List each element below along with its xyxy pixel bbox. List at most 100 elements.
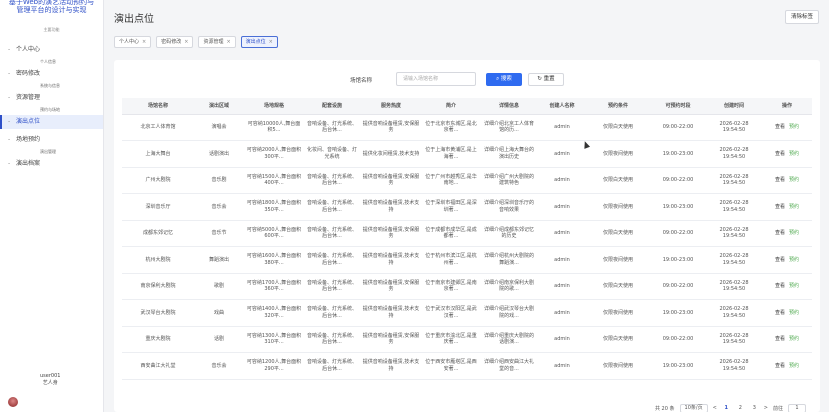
table-cell: 2026-02-28 19:54:50	[706, 193, 762, 221]
book-link[interactable]: 预约	[789, 363, 799, 369]
sidebar-subitem-booking[interactable]: 预约与场地	[0, 105, 103, 115]
brand-title: 基于Web的演艺活动预约与管理平台的设计与实现	[8, 0, 95, 14]
view-link[interactable]: 查看	[775, 363, 785, 369]
column-header: 演出区域	[194, 98, 244, 115]
tab-venues[interactable]: 演出点位 ×	[240, 36, 278, 48]
table-cell: 化妆间、音响设备、灯光系统	[304, 140, 360, 168]
sidebar-item-archives[interactable]: - 演出档案	[0, 157, 103, 171]
view-link[interactable]: 查看	[775, 257, 785, 263]
page-2[interactable]: 2	[736, 405, 745, 411]
view-link[interactable]: 查看	[775, 151, 785, 157]
next-page-icon[interactable]: >	[764, 405, 768, 411]
table-cell: 可容纳1700人,舞台面积360平...	[244, 273, 304, 300]
column-header: 服务热度	[360, 98, 422, 115]
book-link[interactable]: 预约	[789, 204, 799, 210]
table-cell: 提供音响设备租赁,安保服务	[360, 326, 422, 353]
table-cell: admin	[538, 299, 586, 327]
column-header: 可预约时段	[650, 98, 706, 115]
tab-password[interactable]: 密码修改 ×	[156, 36, 194, 48]
clear-tags-button[interactable]: 清除标签	[785, 10, 819, 24]
table-cell: 戏曲	[194, 299, 244, 327]
table-cell: 2026-02-28 19:54:50	[706, 299, 762, 327]
table-cell: 位于南京市建邺区,是南京著...	[422, 273, 480, 300]
prev-page-icon[interactable]: <	[713, 405, 717, 411]
table-cell: 详细介绍南京保利大剧院的歌...	[480, 273, 538, 300]
table-cell: 仅限夜间使用	[586, 352, 650, 380]
sidebar-item-venues[interactable]: - 演出点位	[0, 115, 103, 129]
close-icon[interactable]: ×	[184, 37, 188, 47]
view-link[interactable]: 查看	[775, 230, 785, 236]
view-link[interactable]: 查看	[775, 310, 785, 316]
sidebar-subitem-system[interactable]: 系统与信息	[0, 81, 103, 91]
sidebar-item-personal-center[interactable]: - 个人中心	[0, 43, 103, 57]
book-link[interactable]: 预约	[789, 230, 799, 236]
table-cell: 2026-02-28 19:54:50	[706, 140, 762, 168]
search-icon: ⌕	[496, 76, 500, 82]
table-cell: 音响设备、灯光系统、后台休...	[304, 167, 360, 194]
table-cell: 提供化妆间租赁,技术支持	[360, 140, 422, 168]
table-row: 成都东郊记忆 音乐节 可容纳5000人,舞台面积600平... 音响设备、灯光系统、后…	[122, 220, 812, 247]
table-cell: 南京保利大剧院	[122, 273, 194, 300]
table-cell: 深圳音乐厅	[122, 193, 194, 221]
book-link[interactable]: 预约	[789, 336, 799, 342]
table-cell: 歌剧	[194, 273, 244, 300]
sidebar-item-password[interactable]: - 密码修改	[0, 67, 103, 81]
page-title: 演出点位	[114, 14, 154, 25]
search-input[interactable]: 请输入场馆名称	[396, 72, 476, 86]
view-link[interactable]: 查看	[775, 124, 785, 130]
sidebar-subitem-personal-info[interactable]: 个人信息	[0, 57, 103, 67]
table-header-row: 场馆名称 演出区域 场地规格 配套设施 服务热度 简介 详情信息 创建人名称 预约条件 可预约时段…	[122, 98, 812, 115]
avatar[interactable]	[8, 397, 18, 407]
book-link[interactable]: 预约	[789, 257, 799, 263]
sidebar-subitem-shows[interactable]: 演出管理	[0, 147, 103, 157]
tab-personal-center[interactable]: 个人中心 ×	[114, 36, 152, 48]
table-cell: 详细介绍深圳音乐厅的音响效果	[480, 193, 538, 221]
column-header: 详情信息	[480, 98, 538, 115]
page-size-select[interactable]: 10条/页	[679, 403, 708, 412]
tab-resources[interactable]: 资源管理 ×	[198, 36, 236, 48]
sidebar-menu: - 个人中心 个人信息 - 密码修改 系统与信息 - 资源管理 预约与场地 - 演出点位…	[0, 43, 103, 171]
reset-button[interactable]: ↻ 重置	[528, 73, 564, 86]
column-header: 简介	[422, 98, 480, 115]
close-icon[interactable]: ×	[226, 37, 230, 47]
actions-cell: 查看 预约	[762, 352, 812, 380]
book-link[interactable]: 预约	[789, 310, 799, 316]
table-cell: 音响设备、灯光系统、后台休...	[304, 114, 360, 141]
table-cell: 广州大剧院	[122, 167, 194, 194]
close-icon[interactable]: ×	[142, 37, 146, 47]
goto-page-input[interactable]: 1	[788, 403, 806, 412]
sidebar-item-resources[interactable]: - 资源管理	[0, 91, 103, 105]
close-icon[interactable]: ×	[269, 37, 273, 47]
view-link[interactable]: 查看	[775, 177, 785, 183]
table-cell: 可容纳1200人,舞台面积290平...	[244, 352, 304, 380]
dash-icon: -	[8, 46, 11, 53]
table-body: 北京工人体育馆 演唱会 可容纳10000人,舞台面积5... 音响设备、灯光系统、后台…	[122, 114, 812, 380]
table-cell: 详细介绍北京工人体育馆的历...	[480, 114, 538, 141]
total-count: 共 20 条	[654, 405, 675, 412]
dash-icon: -	[8, 70, 11, 77]
view-link[interactable]: 查看	[775, 283, 785, 289]
actions-cell: 查看 预约	[762, 273, 812, 300]
sidebar-item-venue-booking[interactable]: - 场地预约	[0, 133, 103, 147]
table-cell: 09:00-22:00	[650, 167, 706, 194]
view-link[interactable]: 查看	[775, 204, 785, 210]
book-link[interactable]: 预约	[789, 177, 799, 183]
page-1[interactable]: 1	[722, 405, 731, 411]
table-cell: 可容纳2000人,舞台面积300平...	[244, 140, 304, 168]
book-link[interactable]: 预约	[789, 283, 799, 289]
page-3[interactable]: 3	[750, 405, 759, 411]
table-cell: 提供音响设备租赁,安保服务	[360, 114, 422, 141]
actions-cell: 查看 预约	[762, 220, 812, 247]
book-link[interactable]: 预约	[789, 151, 799, 157]
view-link[interactable]: 查看	[775, 336, 785, 342]
pagination: 共 20 条 10条/页 < 1 2 3 > 前往 1	[655, 402, 806, 412]
search-button[interactable]: ⌕ 搜索	[486, 73, 522, 86]
table-row: 北京工人体育馆 演唱会 可容纳10000人,舞台面积5... 音响设备、灯光系统、后台…	[122, 114, 812, 141]
table-cell: 杭州大剧院	[122, 246, 194, 274]
column-header: 创建人名称	[538, 98, 586, 115]
book-link[interactable]: 预约	[789, 124, 799, 130]
user-info[interactable]: user001 艺人身	[8, 373, 98, 409]
table-cell: 音乐节	[194, 220, 244, 247]
user-name: user001 艺人身	[40, 373, 60, 387]
table-cell: 2026-02-28 19:54:50	[706, 167, 762, 194]
